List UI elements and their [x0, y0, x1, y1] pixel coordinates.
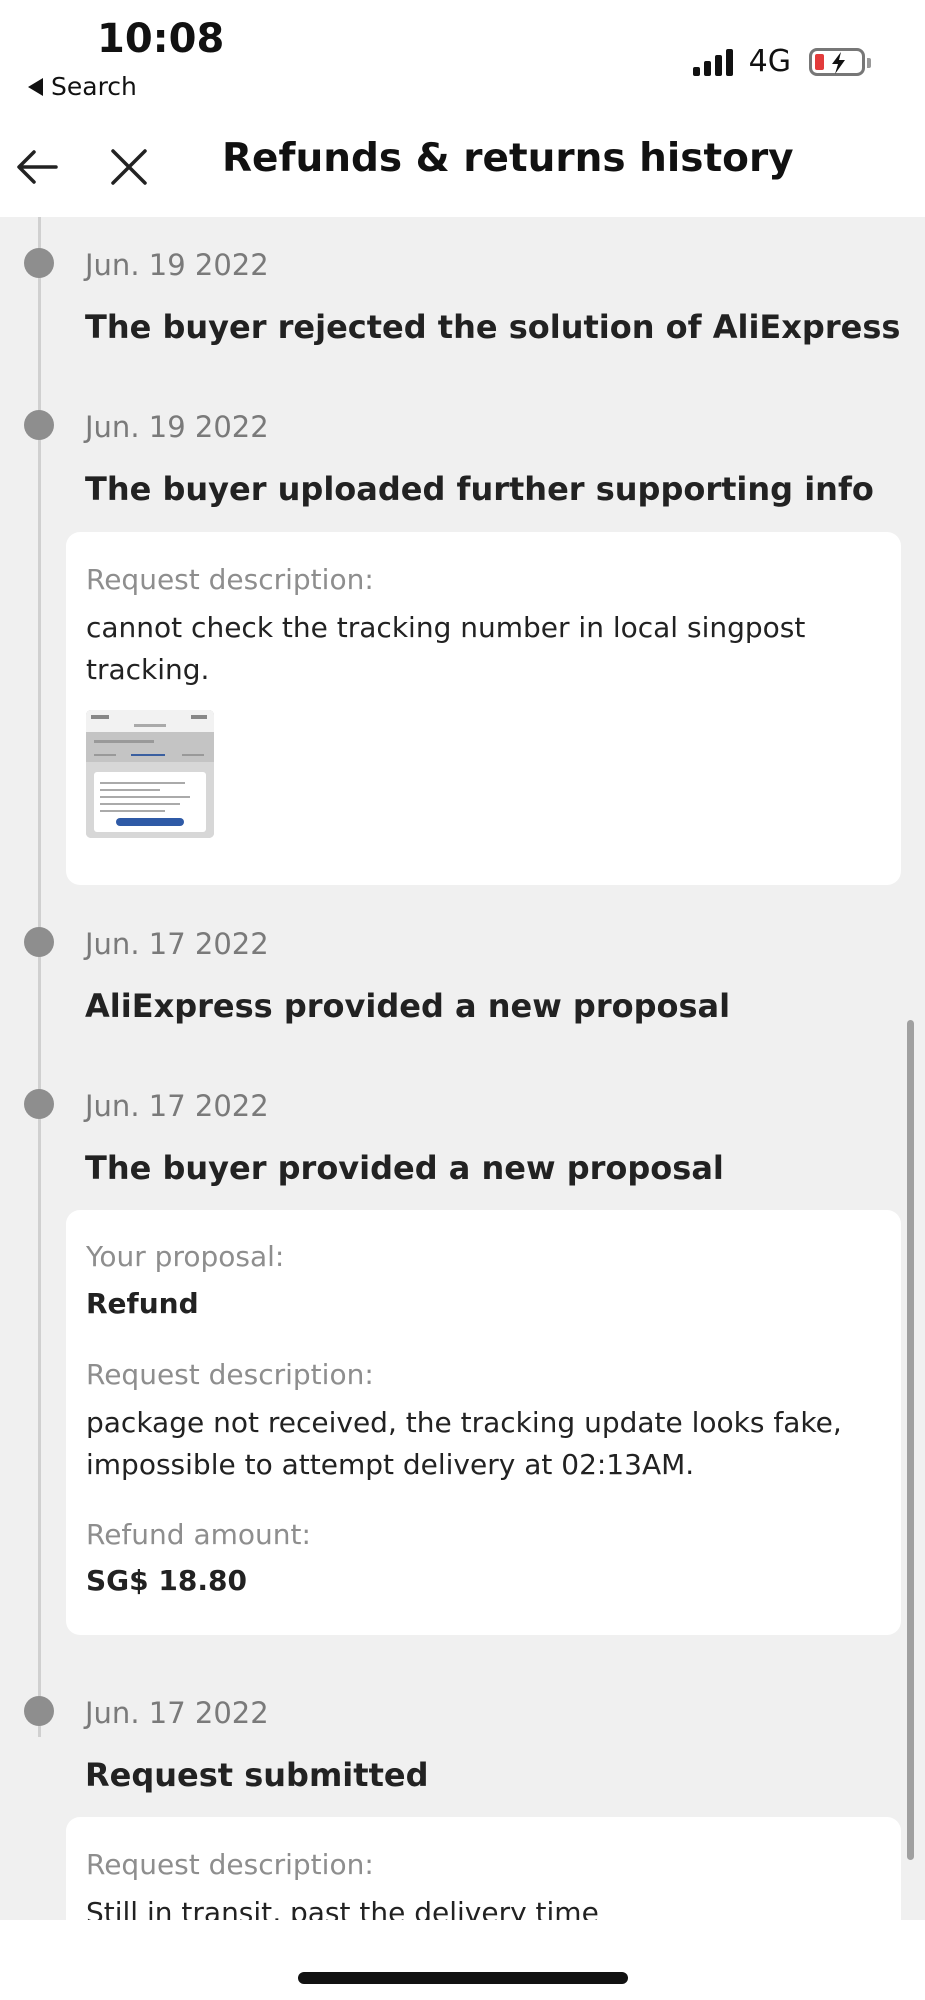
timeline-dot: [24, 1089, 54, 1119]
cellular-signal-icon: [692, 48, 733, 76]
detail-card: Request description: Still in transit, p…: [66, 1817, 901, 1920]
request-description-label: Request description:: [86, 563, 374, 596]
battery-icon: [809, 47, 871, 76]
status-indicators: 4G: [692, 44, 871, 79]
request-description-label: Request description:: [86, 1358, 374, 1391]
image-attachment-icon: [86, 710, 214, 838]
entry-title: The buyer provided a new proposal: [85, 1149, 724, 1187]
home-indicator[interactable]: [298, 1972, 628, 1984]
status-bar: 10:08 Search 4G: [0, 0, 925, 130]
scrollbar[interactable]: [907, 1020, 914, 1860]
page-title: Refunds & returns history: [222, 136, 794, 181]
entry-date: Jun. 17 2022: [85, 1696, 269, 1730]
timeline-line: [38, 217, 41, 1737]
entry-date: Jun. 19 2022: [85, 410, 269, 444]
proposal-value: Refund: [86, 1287, 199, 1320]
refund-amount-value: SG$ 18.80: [86, 1564, 247, 1597]
entry-title: Request submitted: [85, 1756, 429, 1794]
timeline-list[interactable]: Jun. 19 2022 The buyer rejected the solu…: [0, 217, 925, 1920]
entry-title: The buyer rejected the solution of AliEx…: [85, 308, 901, 346]
request-description-text: package not received, the tracking updat…: [86, 1406, 842, 1481]
timeline-dot: [24, 1696, 54, 1726]
nav-bar: Refunds & returns history: [0, 130, 925, 217]
timeline-dot: [24, 927, 54, 957]
timeline-dot: [24, 248, 54, 278]
close-button[interactable]: [104, 142, 154, 192]
proposal-card: Your proposal: Refund Request descriptio…: [66, 1210, 901, 1635]
screenshot-attachment-thumbnail[interactable]: [86, 710, 214, 838]
detail-card: Request description: cannot check the tr…: [66, 532, 901, 885]
entry-title: The buyer uploaded further supporting in…: [85, 470, 874, 508]
proposal-label: Your proposal:: [86, 1240, 285, 1273]
entry-date: Jun. 17 2022: [85, 1089, 269, 1123]
bottom-safe-area: [0, 1920, 925, 2000]
back-to-app-label: Search: [51, 72, 137, 101]
timeline-dot: [24, 410, 54, 440]
refund-amount-label: Refund amount:: [86, 1518, 311, 1551]
network-type: 4G: [748, 44, 791, 79]
request-description-label: Request description:: [86, 1848, 374, 1881]
status-time: 10:08: [97, 16, 225, 62]
back-button[interactable]: [12, 142, 62, 192]
request-description-text: Still in transit, past the delivery time: [86, 1896, 599, 1920]
entry-date: Jun. 17 2022: [85, 927, 269, 961]
back-to-app-link[interactable]: Search: [28, 72, 137, 101]
close-icon: [111, 149, 147, 185]
request-description-text: cannot check the tracking number in loca…: [86, 611, 806, 686]
back-triangle-icon: [28, 77, 43, 96]
entry-title: AliExpress provided a new proposal: [85, 987, 731, 1025]
entry-date: Jun. 19 2022: [85, 248, 269, 282]
arrow-left-icon: [17, 150, 58, 184]
